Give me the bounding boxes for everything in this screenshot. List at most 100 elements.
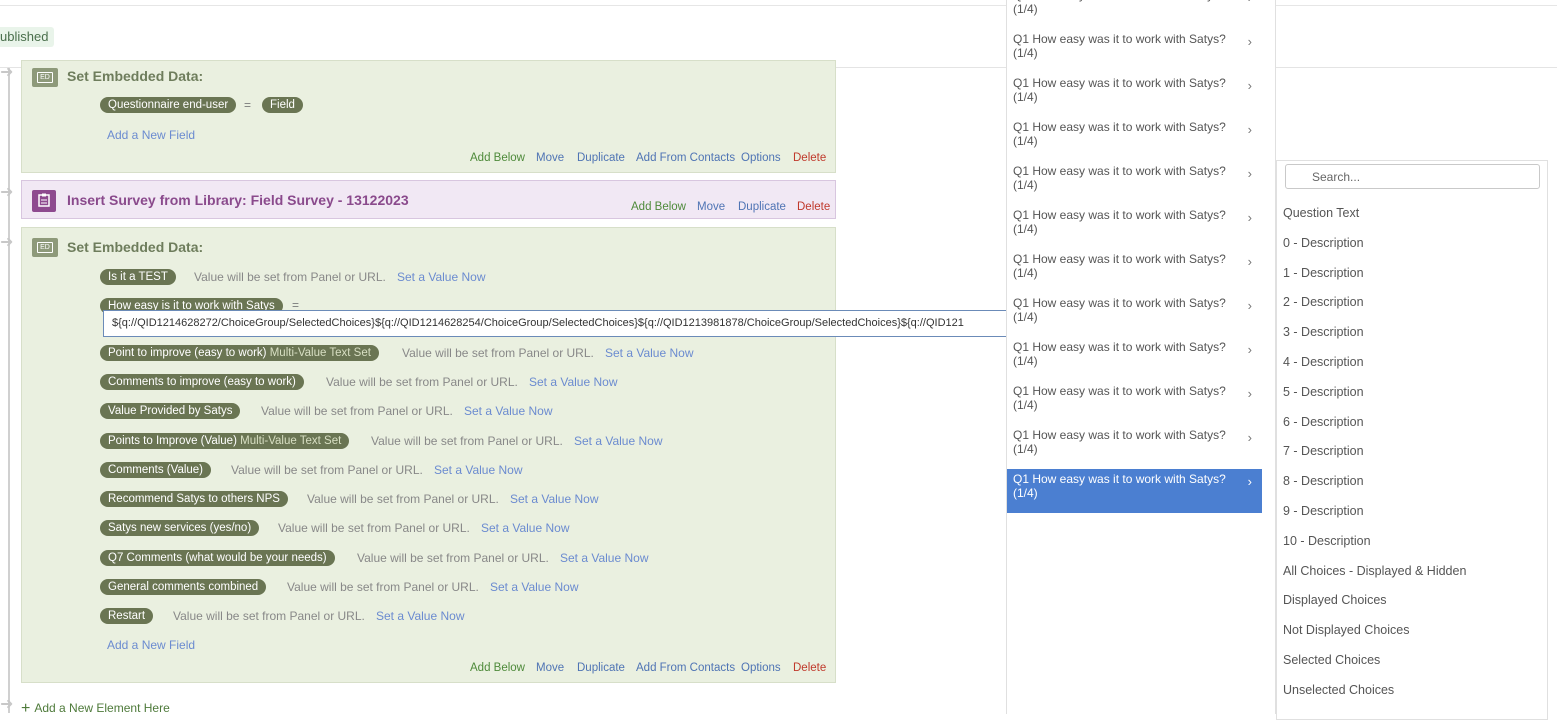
piped-menu-item[interactable]: All Choices - Displayed & Hidden [1283, 564, 1466, 578]
set-value-link[interactable]: Set a Value Now [464, 404, 553, 418]
search-input[interactable] [1285, 164, 1540, 189]
piped-menu-item[interactable]: Displayed Choices [1283, 593, 1387, 607]
field-name-pill[interactable]: Comments (Value) [100, 462, 212, 478]
question-menu-item[interactable]: Q1 How easy was it to work with Satys?(1… [1007, 249, 1262, 293]
question-menu-item[interactable]: Q1 How easy was it to work with Satys?(1… [1007, 425, 1262, 469]
embedded-data-icon: ED [32, 68, 58, 87]
embedded-data-block-2: ED Set Embedded Data: Is it a TEST Value… [21, 227, 836, 683]
value-note: Value will be set from Panel or URL. [194, 270, 386, 284]
question-menu-item[interactable]: Q1 How easy was it to work with Satys?(1… [1007, 73, 1262, 117]
set-value-link[interactable]: Set a Value Now [434, 463, 523, 477]
add-below-button[interactable]: Add Below [470, 662, 525, 674]
duplicate-button[interactable]: Duplicate [577, 152, 625, 164]
set-value-link[interactable]: Set a Value Now [605, 346, 694, 360]
question-menu-item[interactable]: Q1 How easy was it to work with Satys?(1… [1007, 0, 1262, 29]
move-button[interactable]: Move [536, 152, 564, 164]
set-value-link[interactable]: Set a Value Now [481, 521, 570, 535]
piped-menu-item[interactable]: 8 - Description [1283, 474, 1364, 488]
piped-menu-item[interactable]: 4 - Description [1283, 355, 1364, 369]
chevron-right-icon: › [1247, 254, 1252, 269]
add-below-button[interactable]: Add Below [470, 152, 525, 164]
piped-menu-item[interactable]: 10 - Description [1283, 534, 1371, 548]
value-note: Value will be set from Panel or URL. [402, 346, 594, 360]
delete-button[interactable]: Delete [793, 662, 826, 674]
chevron-right-icon: › [1247, 34, 1252, 49]
chevron-right-icon: › [1248, 0, 1252, 5]
question-menu-item-page: (1/4) [1013, 178, 1038, 192]
question-menu-item-label: Q1 How easy was it to work with Satys? [1013, 340, 1226, 354]
piped-menu-item[interactable]: Selected Choices [1283, 653, 1380, 667]
field-name-pill[interactable]: Point to improve (easy to work) Multi-Va… [100, 345, 379, 361]
piped-menu-item[interactable]: 7 - Description [1283, 444, 1364, 458]
piped-menu-item[interactable]: Not Displayed Choices [1283, 623, 1409, 637]
move-button[interactable]: Move [697, 201, 725, 213]
question-menu-item[interactable]: Q1 How easy was it to work with Satys?(1… [1007, 29, 1262, 73]
multi-value-tag: Multi-Value Text Set [240, 435, 342, 447]
field-name-pill[interactable]: Recommend Satys to others NPS [100, 491, 288, 507]
question-menu-item[interactable]: Q1 How easy was it to work with Satys?(1… [1007, 161, 1262, 205]
question-menu-item[interactable]: Q1 How easy was it to work with Satys?(1… [1007, 337, 1262, 381]
question-menu-item-page: (1/4) [1013, 46, 1038, 60]
field-name-pill[interactable]: Comments to improve (easy to work) [100, 374, 304, 390]
delete-button[interactable]: Delete [797, 201, 830, 213]
question-menu-item[interactable]: Q1 How easy was it to work with Satys?(1… [1007, 469, 1262, 513]
chevron-right-icon: › [1247, 298, 1252, 313]
set-value-link[interactable]: Set a Value Now [397, 270, 486, 284]
options-button[interactable]: Options [741, 662, 781, 674]
piped-menu-item[interactable]: 3 - Description [1283, 325, 1364, 339]
move-button[interactable]: Move [536, 662, 564, 674]
field-name-pill[interactable]: Value Provided by Satys [100, 403, 241, 419]
question-menu-item-page: (1/4) [1013, 266, 1038, 280]
question-menu-item[interactable]: Q1 How easy was it to work with Satys?(1… [1007, 117, 1262, 161]
add-from-contacts-button[interactable]: Add From Contacts [636, 662, 735, 674]
question-menu-item-label: Q1 How easy was it to work with Satys? [1013, 32, 1226, 46]
question-menu-item[interactable]: Q1 How easy was it to work with Satys?(1… [1007, 293, 1262, 337]
piped-menu-item[interactable]: 1 - Description [1283, 266, 1364, 280]
chevron-right-icon: › [1247, 122, 1252, 137]
embedded-value-input[interactable]: ${q://QID1214628272/ChoiceGroup/Selected… [103, 310, 1006, 337]
duplicate-button[interactable]: Duplicate [738, 201, 786, 213]
add-new-field-link[interactable]: Add a New Field [107, 128, 195, 142]
piped-menu-item[interactable]: 9 - Description [1283, 504, 1364, 518]
field-value-pill[interactable]: Field [262, 97, 303, 113]
field-name-pill[interactable]: Questionnaire end-user [100, 97, 237, 113]
question-menu-item-page: (1/4) [1013, 90, 1038, 104]
piped-text-menu: Question Text 0 - Description 1 - Descript… [1276, 160, 1548, 720]
set-value-link[interactable]: Set a Value Now [574, 434, 663, 448]
value-note: Value will be set from Panel or URL. [287, 580, 479, 594]
set-value-link[interactable]: Set a Value Now [376, 609, 465, 623]
piped-menu-item[interactable]: Question Text [1283, 206, 1359, 220]
piped-menu-item[interactable]: Unselected Choices [1283, 683, 1394, 697]
chevron-right-icon: › [1247, 474, 1252, 489]
delete-button[interactable]: Delete [793, 152, 826, 164]
piped-menu-item[interactable]: 6 - Description [1283, 415, 1364, 429]
add-new-element-link[interactable]: + Add a New Element Here [21, 699, 170, 717]
field-name-pill[interactable]: Satys new services (yes/no) [100, 520, 260, 536]
multi-value-tag: Multi-Value Text Set [269, 347, 371, 359]
field-name-pill[interactable]: Points to Improve (Value) Multi-Value Te… [100, 433, 350, 449]
set-value-link[interactable]: Set a Value Now [529, 375, 618, 389]
question-menu-item-page: (1/4) [1013, 2, 1038, 16]
question-menu-item-label: Q1 How easy was it to work with Satys? [1013, 208, 1226, 222]
field-name-pill[interactable]: Restart [100, 608, 154, 624]
options-button[interactable]: Options [741, 152, 781, 164]
chevron-right-icon: › [1247, 430, 1252, 445]
library-block-title: Insert Survey from Library: Field Survey… [67, 192, 409, 208]
add-from-contacts-button[interactable]: Add From Contacts [636, 152, 735, 164]
set-value-link[interactable]: Set a Value Now [510, 492, 599, 506]
field-name-pill[interactable]: Q7 Comments (what would be your needs) [100, 550, 335, 566]
duplicate-button[interactable]: Duplicate [577, 662, 625, 674]
question-menu-item[interactable]: Q1 How easy was it to work with Satys?(1… [1007, 381, 1262, 425]
field-name-pill[interactable]: Is it a TEST [100, 269, 176, 285]
piped-menu-item[interactable]: 0 - Description [1283, 236, 1364, 250]
piped-menu-item[interactable]: 5 - Description [1283, 385, 1364, 399]
add-new-field-link[interactable]: Add a New Field [107, 638, 195, 652]
add-below-button[interactable]: Add Below [631, 201, 686, 213]
field-name-pill[interactable]: General comments combined [100, 579, 267, 595]
question-menu-item[interactable]: Q1 How easy was it to work with Satys?(1… [1007, 205, 1262, 249]
piped-menu-item[interactable]: 2 - Description [1283, 295, 1364, 309]
equals-sign: = [244, 98, 252, 112]
value-note: Value will be set from Panel or URL. [357, 551, 549, 565]
set-value-link[interactable]: Set a Value Now [560, 551, 649, 565]
set-value-link[interactable]: Set a Value Now [490, 580, 579, 594]
